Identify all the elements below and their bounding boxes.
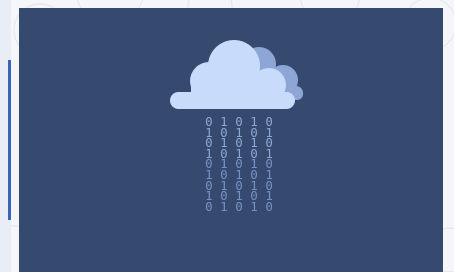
illustration-panel: 0 1 0 1 0 1 0 1 0 1 0 1 0 1 0 1 0 1 0 1 …: [19, 8, 443, 272]
binary-rain: 0 1 0 1 0 1 0 1 0 1 0 1 0 1 0 1 0 1 0 1 …: [189, 115, 289, 272]
left-accent-bar: [0, 0, 11, 272]
binary-rain-row: 0 1 0 1 0: [205, 198, 273, 214]
cloud-front-shape: [170, 40, 295, 109]
